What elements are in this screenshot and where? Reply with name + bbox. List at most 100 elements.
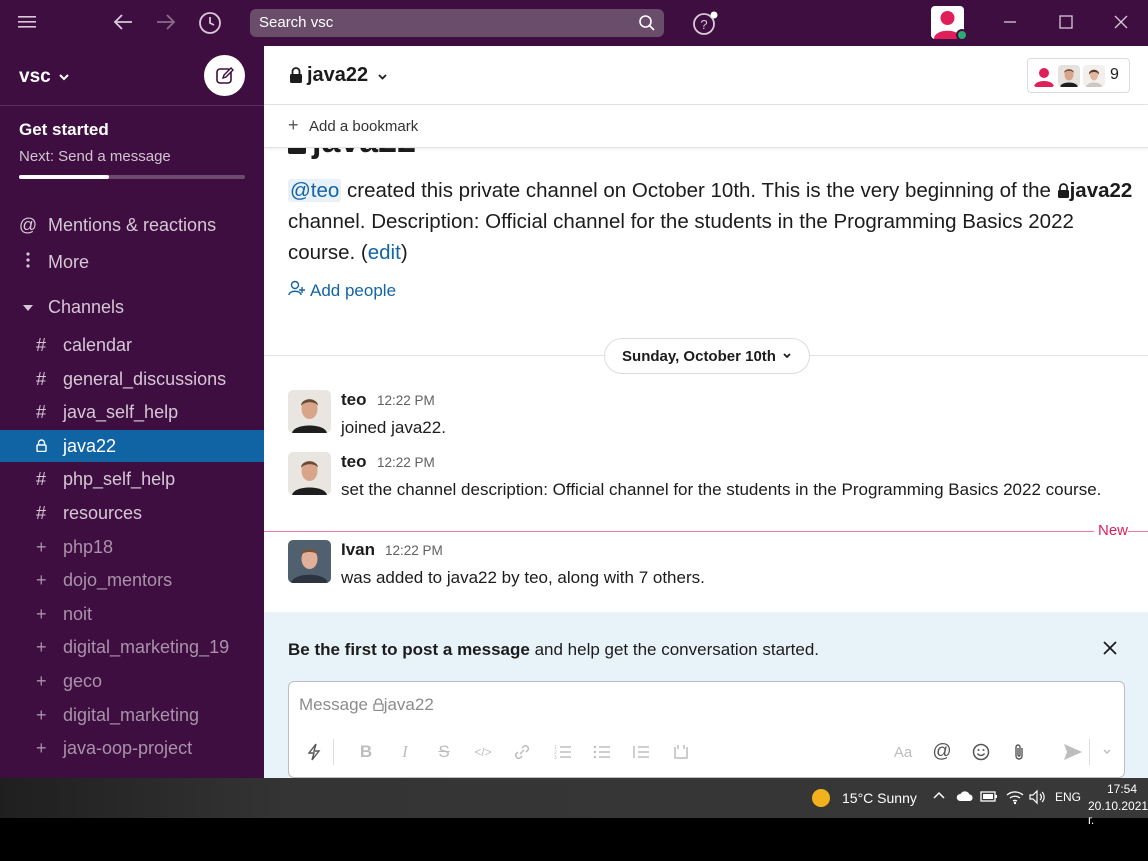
channel-item-noit[interactable]: + noit	[0, 598, 264, 630]
maximize-icon[interactable]	[1059, 15, 1073, 29]
message-author[interactable]: teo	[341, 452, 367, 472]
author-avatar[interactable]	[288, 540, 331, 583]
battery-icon[interactable]	[980, 789, 998, 806]
emoji-icon[interactable]	[971, 742, 991, 762]
close-window-icon[interactable]	[1114, 15, 1128, 29]
mention-link[interactable]: @teo	[288, 179, 342, 202]
message-composer[interactable]: Message java22 B I S </> 123 Aa @	[288, 681, 1125, 778]
message-input[interactable]: Message java22	[299, 695, 434, 715]
plus-icon: +	[36, 636, 47, 657]
channel-item-geco[interactable]: + geco	[0, 665, 264, 697]
send-icon[interactable]	[1063, 742, 1083, 762]
lock-icon	[373, 695, 384, 714]
channel-item-php18[interactable]: + php18	[0, 531, 264, 563]
lock-icon	[1057, 179, 1070, 202]
lock-icon	[0, 436, 63, 457]
channel-name-button[interactable]: java22	[307, 64, 368, 87]
channel-item-calendar[interactable]: # calendar	[0, 329, 264, 361]
message-author[interactable]: Ivan	[341, 540, 375, 560]
channel-item-java22[interactable]: java22	[0, 430, 264, 462]
message-time[interactable]: 12:22 PM	[377, 393, 435, 408]
link-icon[interactable]	[512, 742, 532, 762]
nav-label: More	[48, 251, 90, 272]
hash-icon: #	[36, 468, 47, 489]
strikethrough-icon[interactable]: S	[434, 742, 454, 762]
channel-item-java-oop-project[interactable]: + java-oop-project	[0, 732, 264, 764]
chevron-down-icon[interactable]	[377, 70, 388, 88]
channel-label: calendar	[63, 334, 133, 355]
forward-arrow-icon[interactable]	[155, 12, 177, 32]
channel-item-resources[interactable]: # resources	[0, 497, 264, 529]
attachment-icon[interactable]	[1009, 742, 1029, 762]
menu-icon[interactable]	[18, 14, 36, 30]
channel-item-general_discussions[interactable]: # general_discussions	[0, 363, 264, 395]
channel-label: java-oop-project	[63, 737, 193, 758]
hash-icon: #	[36, 334, 47, 355]
channel-item-digital_marketing[interactable]: + digital_marketing	[0, 699, 264, 731]
bold-icon[interactable]: B	[356, 742, 376, 762]
wifi-icon[interactable]	[1006, 789, 1024, 808]
get-started-title[interactable]: Get started	[19, 120, 109, 140]
add-people-button[interactable]: Add people	[288, 280, 396, 301]
blockquote-icon[interactable]	[631, 742, 651, 762]
input-language[interactable]: ENG	[1055, 790, 1081, 804]
close-icon[interactable]	[1102, 636, 1118, 662]
author-avatar[interactable]	[288, 390, 331, 433]
clock-time[interactable]: 17:54	[1107, 782, 1137, 796]
sun-weather-icon[interactable]	[812, 789, 830, 807]
author-avatar[interactable]	[288, 452, 331, 495]
message-body: was added to java22 by teo, along with 7…	[341, 568, 705, 587]
message-time[interactable]: 12:22 PM	[377, 455, 435, 470]
intro-channel-name[interactable]: java22	[1070, 179, 1133, 202]
workspace-name[interactable]: vsc	[19, 66, 51, 88]
onedrive-cloud-icon[interactable]	[956, 789, 974, 806]
show-hidden-icons-chevron-icon[interactable]	[932, 789, 946, 806]
hash-icon: #	[36, 368, 47, 389]
members-button[interactable]: 9	[1027, 58, 1130, 93]
banner-text: and help get the conversation started.	[529, 640, 820, 659]
nav-mentions-reactions[interactable]: @ Mentions & reactions	[0, 210, 264, 240]
divider	[0, 105, 264, 106]
search-bar[interactable]: Search vsc	[250, 9, 664, 37]
get-started-subtitle[interactable]: Next: Send a message	[19, 148, 171, 165]
channel-item-java_self_help[interactable]: # java_self_help	[0, 396, 264, 428]
plus-icon: +	[36, 670, 47, 691]
add-bookmark-button[interactable]: Add a bookmark	[309, 118, 418, 135]
send-options-chevron-icon[interactable]	[1097, 742, 1117, 762]
help-icon[interactable]: ?	[692, 11, 718, 37]
toolbar-divider	[1089, 739, 1090, 765]
channel-item-digital_marketing_19[interactable]: + digital_marketing_19	[0, 631, 264, 663]
channel-item-dojo_mentors[interactable]: + dojo_mentors	[0, 564, 264, 596]
plus-icon[interactable]: +	[288, 115, 299, 136]
bulleted-list-icon[interactable]	[592, 742, 612, 762]
date-divider-button[interactable]: Sunday, October 10th	[604, 338, 810, 374]
channel-label: resources	[63, 502, 143, 523]
formatting-toggle-icon[interactable]: Aa	[893, 742, 913, 762]
channel-intro-text: @teo created this private channel on Oct…	[288, 175, 1133, 268]
nav-more[interactable]: More	[0, 247, 264, 277]
clock-date[interactable]: 20.10.2021 г.	[1088, 799, 1148, 827]
history-clock-icon[interactable]	[198, 11, 222, 35]
code-icon[interactable]: </>	[473, 742, 493, 762]
message-time[interactable]: 12:22 PM	[385, 543, 443, 558]
minimize-icon[interactable]	[1003, 15, 1017, 29]
mention-icon[interactable]: @	[932, 741, 952, 762]
plus-icon: +	[36, 603, 47, 624]
compose-button[interactable]	[204, 55, 245, 96]
channels-section-header[interactable]: Channels	[0, 292, 264, 322]
code-block-icon[interactable]	[671, 742, 691, 762]
weather-text[interactable]: 15°C Sunny	[842, 790, 917, 806]
more-vertical-icon	[0, 251, 48, 273]
back-arrow-icon[interactable]	[112, 12, 134, 32]
channel-label: digital_marketing_19	[63, 636, 230, 657]
sidebar: vsc Get started Next: Send a message @ M…	[0, 46, 264, 778]
italic-icon[interactable]: I	[395, 742, 415, 762]
edit-description-link[interactable]: edit	[368, 241, 401, 264]
at-sign-icon: @	[18, 214, 38, 235]
shortcuts-lightning-icon[interactable]	[304, 742, 324, 762]
volume-icon[interactable]	[1028, 789, 1046, 808]
chevron-down-icon[interactable]	[58, 70, 70, 88]
message-author[interactable]: teo	[341, 390, 367, 410]
ordered-list-icon[interactable]: 123	[553, 742, 573, 762]
channel-item-php_self_help[interactable]: # php_self_help	[0, 463, 264, 495]
